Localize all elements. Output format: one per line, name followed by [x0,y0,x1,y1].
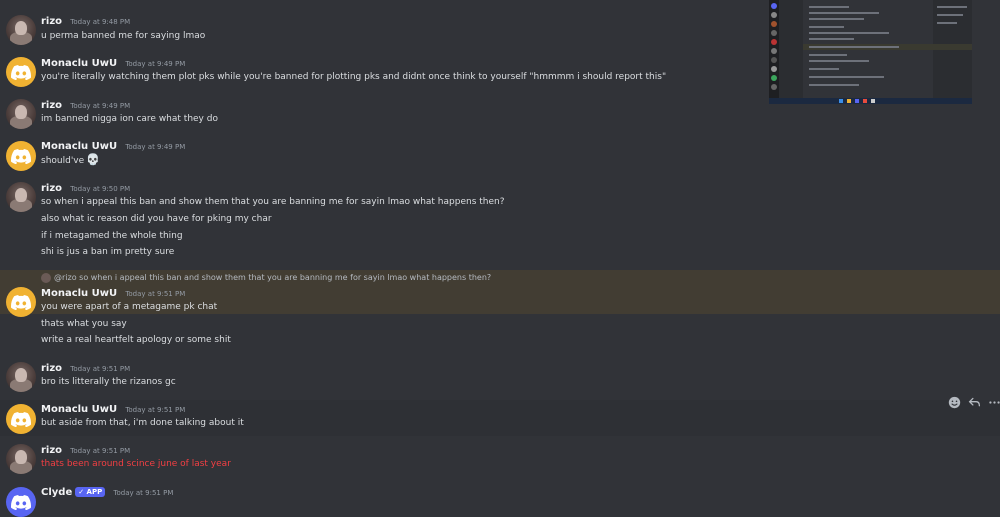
message-group: Monaclu UwU Today at 9:51 PM but aside f… [0,400,1000,436]
timestamp: Today at 9:51 PM [113,489,174,497]
message-group: rizo Today at 9:51 PM thats been around … [0,442,1000,476]
avatar[interactable] [6,99,36,129]
author-name[interactable]: rizo [41,16,62,27]
author-name[interactable]: Clyde [41,487,72,498]
reply-reference[interactable]: @rizo so when i appeal this ban and show… [41,272,491,283]
message-text: should've 💀 [41,154,100,167]
message-text-content: should've [41,156,85,166]
chat-messages: rizo Today at 9:48 PM u perma banned me … [0,0,1000,517]
avatar[interactable] [6,404,36,434]
reply-avatar [41,272,51,283]
skull-emoji-icon[interactable]: 💀 [86,153,100,166]
avatar[interactable] [6,141,36,171]
timestamp: Today at 9:51 PM [125,290,186,298]
author-name[interactable]: rizo [41,100,62,111]
message-group: rizo Today at 9:48 PM u perma banned me … [0,12,1000,46]
timestamp: Today at 9:51 PM [70,365,131,373]
author-name[interactable]: rizo [41,445,62,456]
avatar[interactable] [6,15,36,45]
message-text: you're literally watching them plot pks … [41,72,667,82]
reply-icon[interactable] [967,395,981,409]
avatar[interactable] [6,444,36,474]
message-text: if i metagamed the whole thing [41,231,183,241]
message-group: rizo Today at 9:50 PM so when i appeal t… [0,180,1000,262]
message-text: thats what you say [41,319,127,329]
author-name[interactable]: rizo [41,183,62,194]
reply-text: @rizo so when i appeal this ban and show… [54,273,492,282]
avatar[interactable] [6,287,36,317]
app-badge: ✓ APP [75,487,106,497]
timestamp: Today at 9:49 PM [125,60,186,68]
timestamp: Today at 9:51 PM [125,406,186,414]
author-name[interactable]: Monaclu UwU [41,404,117,415]
avatar[interactable] [6,57,36,87]
message-text: bro its litterally the rizanos gc [41,377,176,387]
author-name[interactable]: rizo [41,363,62,374]
app-badge-label: APP [86,488,103,496]
timestamp: Today at 9:50 PM [70,185,131,193]
author-name[interactable]: Monaclu UwU [41,141,117,152]
message-text: but aside from that, i'm done talking ab… [41,418,244,428]
avatar[interactable] [6,182,36,212]
avatar[interactable] [6,362,36,392]
message-text: also what ic reason did you have for pki… [41,214,272,224]
timestamp: Today at 9:48 PM [70,18,131,26]
message-text: u perma banned me for saying lmao [41,31,206,41]
timestamp: Today at 9:49 PM [70,102,131,110]
message-group: rizo Today at 9:51 PM bro its litterally… [0,360,1000,394]
message-group: Monaclu UwU Today at 9:49 PM should've 💀 [0,138,1000,172]
message-actions-toolbar [943,393,1000,411]
discord-logo-icon [11,411,31,427]
add-reaction-icon[interactable] [947,395,961,409]
message-group: @rizo so when i appeal this ban and show… [0,270,1000,350]
message-text: write a real heartfelt apology or some s… [41,335,231,345]
discord-logo-icon [11,148,31,164]
message-text: you were apart of a metagame pk chat [41,302,218,312]
message-group: rizo Today at 9:49 PM im banned nigga io… [0,97,1000,131]
author-name[interactable]: Monaclu UwU [41,288,117,299]
message-group: Clyde ✓ APP Today at 9:51 PM [0,484,1000,517]
message-group: Monaclu UwU Today at 9:49 PM you're lite… [0,55,1000,89]
discord-logo-icon [11,294,31,310]
avatar[interactable] [6,487,36,517]
more-options-icon[interactable] [987,395,1000,409]
message-text: thats been around scince june of last ye… [41,459,231,469]
check-icon: ✓ [78,488,85,496]
message-text: im banned nigga ion care what they do [41,114,218,124]
discord-logo-icon [11,64,31,80]
timestamp: Today at 9:49 PM [125,143,186,151]
timestamp: Today at 9:51 PM [70,447,131,455]
message-text: shi is jus a ban im pretty sure [41,247,175,257]
message-text: so when i appeal this ban and show them … [41,197,505,207]
author-name[interactable]: Monaclu UwU [41,58,117,69]
